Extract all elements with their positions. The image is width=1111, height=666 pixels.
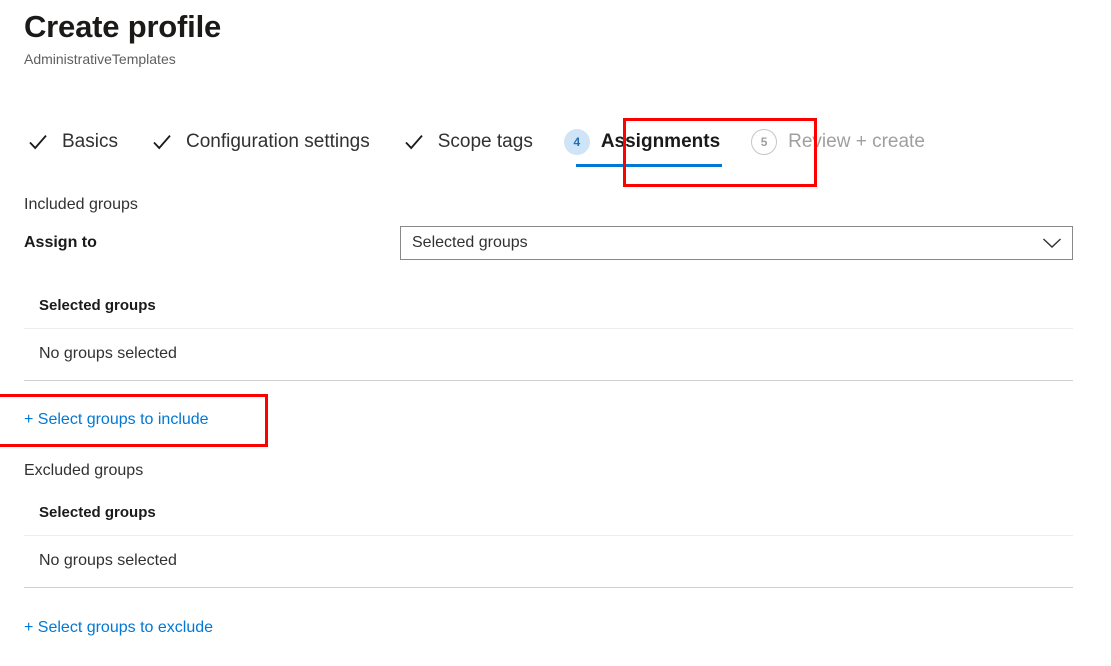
- page-subtitle: AdministrativeTemplates: [24, 51, 176, 67]
- wizard-step-basics[interactable]: Basics: [24, 122, 118, 162]
- chevron-down-icon: [1042, 237, 1062, 249]
- assign-to-row: Assign to Selected groups: [24, 226, 1073, 260]
- checkmark-icon: [400, 128, 428, 156]
- select-groups-to-exclude-link[interactable]: + Select groups to exclude: [24, 617, 213, 639]
- included-groups-table: Selected groups No groups selected: [24, 294, 1073, 381]
- assign-to-dropdown-value: Selected groups: [412, 234, 528, 251]
- assign-to-dropdown[interactable]: Selected groups: [400, 226, 1073, 260]
- table-row: No groups selected: [39, 345, 177, 362]
- page-header: Create profile AdministrativeTemplates: [24, 8, 221, 69]
- step-number-badge-value: 4: [563, 129, 590, 155]
- table-column-header: Selected groups: [39, 504, 156, 521]
- step-number-badge-value: 5: [751, 129, 778, 155]
- table-divider: [24, 587, 1073, 588]
- active-step-underline: [575, 164, 723, 167]
- excluded-groups-table: Selected groups No groups selected: [24, 501, 1073, 588]
- checkmark-icon: [24, 128, 52, 156]
- included-groups-heading: Included groups: [24, 196, 138, 213]
- wizard-step-label: Configuration settings: [185, 131, 370, 152]
- excluded-groups-heading: Excluded groups: [24, 462, 144, 479]
- wizard-step-label: Review + create: [788, 131, 925, 152]
- step-number-badge: 4: [563, 128, 591, 156]
- table-column-header: Selected groups: [39, 297, 156, 314]
- step-number-badge: 5: [750, 128, 778, 156]
- wizard-step-assignments[interactable]: 4 Assignments: [563, 122, 723, 167]
- wizard-step-scope-tags[interactable]: Scope tags: [400, 122, 533, 162]
- wizard-step-review-create[interactable]: 5 Review + create: [750, 122, 925, 162]
- assign-to-label: Assign to: [24, 234, 97, 251]
- page-title: Create profile: [24, 9, 222, 44]
- table-row: No groups selected: [39, 552, 177, 569]
- wizard-step-label: Basics: [62, 131, 118, 152]
- checkmark-icon: [148, 128, 176, 156]
- wizard-step-bar: Basics Configuration settings Scope tags…: [24, 122, 925, 182]
- wizard-step-label: Scope tags: [437, 131, 533, 152]
- wizard-step-label: Assignments: [600, 131, 721, 152]
- wizard-step-configuration-settings[interactable]: Configuration settings: [148, 122, 370, 162]
- select-groups-to-include-link[interactable]: + Select groups to include: [24, 409, 209, 431]
- table-divider: [24, 380, 1073, 381]
